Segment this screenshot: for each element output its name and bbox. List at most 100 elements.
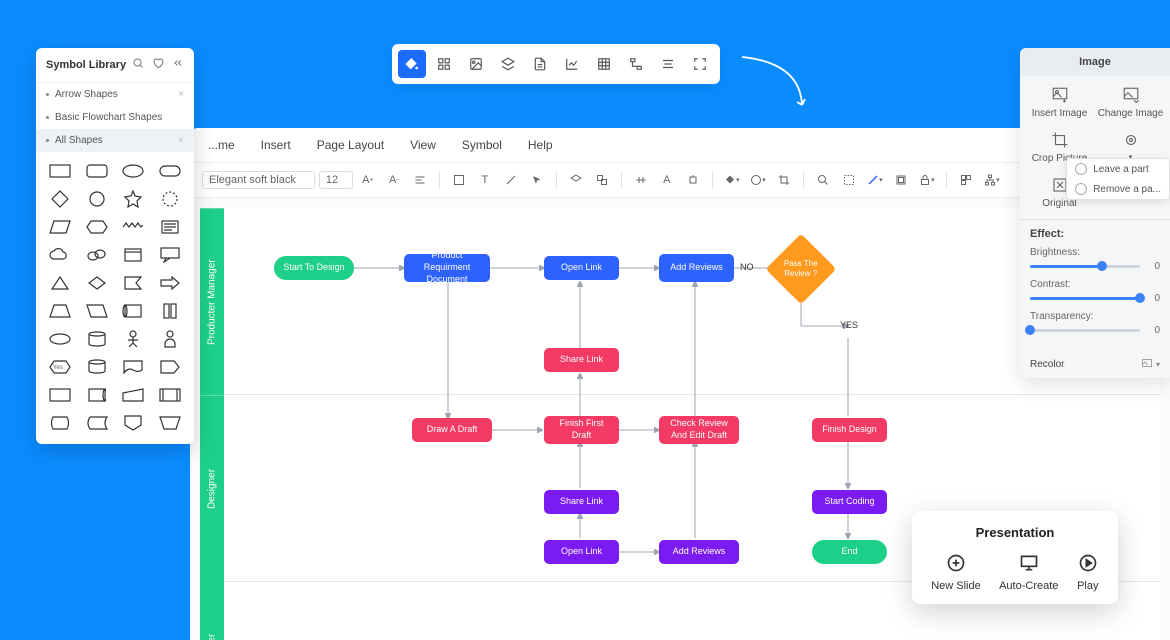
shape-cloud[interactable]: [46, 246, 75, 264]
node-finish-first[interactable]: Finish First Draft: [544, 416, 619, 444]
leave-part-option[interactable]: Leave a part: [1067, 159, 1169, 179]
shape-burst[interactable]: [156, 190, 185, 208]
more-tools-icon[interactable]: [955, 169, 977, 191]
highlight-icon[interactable]: ▾: [864, 169, 886, 191]
node-start-coding[interactable]: Start Coding: [812, 490, 887, 514]
shape-rect2[interactable]: [46, 386, 75, 404]
crop-tool-icon[interactable]: [773, 169, 795, 191]
transparency-slider[interactable]: [1030, 329, 1140, 332]
symbol-section-flowchart[interactable]: Basic Flowchart Shapes: [36, 106, 194, 129]
node-draw-draft[interactable]: Draw A Draft: [412, 418, 492, 442]
paint-bucket-icon[interactable]: [398, 50, 426, 78]
fill-color-icon[interactable]: ▾: [721, 169, 743, 191]
align-left-icon[interactable]: [409, 169, 431, 191]
shape-options-icon[interactable]: ▾: [747, 169, 769, 191]
shape-diamond[interactable]: [46, 190, 75, 208]
insert-image-tool[interactable]: Insert Image: [1026, 86, 1093, 119]
group-icon[interactable]: [591, 169, 613, 191]
lock-icon[interactable]: ▾: [916, 169, 938, 191]
shape-actor[interactable]: [119, 330, 148, 348]
shape-circle[interactable]: [83, 190, 112, 208]
shape-rounded-rect[interactable]: [83, 162, 112, 180]
node-prd[interactable]: Product Requirment Document: [404, 254, 490, 282]
node-open-link[interactable]: Open Link: [544, 256, 619, 280]
shape-oval[interactable]: [46, 330, 75, 348]
table-icon[interactable]: [590, 50, 618, 78]
shape-pill[interactable]: [156, 162, 185, 180]
align-icon[interactable]: [630, 169, 652, 191]
shape-parallelogram2[interactable]: [83, 302, 112, 320]
layers-icon[interactable]: [494, 50, 522, 78]
line-tool-icon[interactable]: [500, 169, 522, 191]
shape-callout[interactable]: [156, 246, 185, 264]
shape-ellipse[interactable]: [119, 162, 148, 180]
heart-icon[interactable]: [152, 56, 164, 74]
symbol-section-arrow[interactable]: Arrow Shapes×: [36, 83, 194, 106]
shape-tag[interactable]: [156, 358, 185, 376]
symbol-section-all[interactable]: All Shapes×: [36, 129, 194, 152]
shape-offpage[interactable]: [119, 414, 148, 432]
node-pass-review[interactable]: Pass The Review ?: [766, 234, 837, 305]
shape-cylinder-side[interactable]: [119, 302, 148, 320]
search-icon[interactable]: [132, 56, 144, 74]
shape-manual-input[interactable]: [119, 386, 148, 404]
brightness-slider[interactable]: [1030, 265, 1140, 268]
rotate-icon[interactable]: [682, 169, 704, 191]
shape-star[interactable]: [119, 190, 148, 208]
shape-disk[interactable]: [83, 358, 112, 376]
node-share-link[interactable]: Share Link: [544, 348, 619, 372]
shape-person[interactable]: [156, 330, 185, 348]
shape-hexagon2[interactable]: Yes: [46, 358, 75, 376]
shape-triangle[interactable]: [46, 274, 75, 292]
zoom-icon[interactable]: [812, 169, 834, 191]
auto-create-button[interactable]: Auto-Create: [999, 552, 1058, 592]
menu-symbol[interactable]: Symbol: [462, 138, 502, 152]
node-open-link2[interactable]: Open Link: [544, 540, 619, 564]
select-area-icon[interactable]: [838, 169, 860, 191]
shape-predefined[interactable]: [156, 386, 185, 404]
shape-trapezoid2[interactable]: [156, 414, 185, 432]
node-finish-design[interactable]: Finish Design: [812, 418, 887, 442]
collapse-icon[interactable]: [172, 56, 184, 74]
new-slide-button[interactable]: New Slide: [931, 552, 981, 592]
rect-shape-icon[interactable]: [448, 169, 470, 191]
file-icon[interactable]: [526, 50, 554, 78]
shape-card[interactable]: [119, 246, 148, 264]
font-decrease-icon[interactable]: A-: [383, 169, 405, 191]
menu-home[interactable]: ...me: [208, 138, 235, 152]
node-end[interactable]: End: [812, 540, 887, 564]
align-icon[interactable]: [654, 50, 682, 78]
shape-arrow[interactable]: [156, 274, 185, 292]
shape-cloud2[interactable]: [83, 246, 112, 264]
play-button[interactable]: Play: [1077, 552, 1099, 592]
shape-document[interactable]: [119, 358, 148, 376]
font-style-icon[interactable]: A: [656, 169, 678, 191]
shape-note[interactable]: [156, 218, 185, 236]
node-share-link2[interactable]: Share Link: [544, 490, 619, 514]
chart-line-icon[interactable]: [558, 50, 586, 78]
node-add-reviews2[interactable]: Add Reviews: [659, 540, 739, 564]
node-add-reviews[interactable]: Add Reviews: [659, 254, 734, 282]
image-icon[interactable]: [462, 50, 490, 78]
contrast-slider[interactable]: [1030, 297, 1140, 300]
shape-rect[interactable]: [46, 162, 75, 180]
shape-flag[interactable]: [119, 274, 148, 292]
menu-insert[interactable]: Insert: [261, 138, 291, 152]
node-check-review[interactable]: Check Review And Edit Draft: [659, 416, 739, 444]
shape-column[interactable]: [156, 302, 185, 320]
change-image-tool[interactable]: Change Image: [1097, 86, 1164, 119]
grid-icon[interactable]: [430, 50, 458, 78]
menu-page-layout[interactable]: Page Layout: [317, 138, 384, 152]
diagram-icon[interactable]: [622, 50, 650, 78]
shape-diamond2[interactable]: [83, 274, 112, 292]
shape-parallelogram[interactable]: [46, 218, 75, 236]
shape-cylinder[interactable]: [83, 330, 112, 348]
shape-zigzag[interactable]: [119, 218, 148, 236]
font-increase-icon[interactable]: A+: [357, 169, 379, 191]
text-tool-icon[interactable]: T: [474, 169, 496, 191]
fullscreen-icon[interactable]: [686, 50, 714, 78]
font-select[interactable]: Elegant soft black: [202, 171, 315, 189]
shape-display[interactable]: [46, 414, 75, 432]
remove-part-option[interactable]: Remove a pa...: [1067, 179, 1169, 199]
pointer-icon[interactable]: [526, 169, 548, 191]
